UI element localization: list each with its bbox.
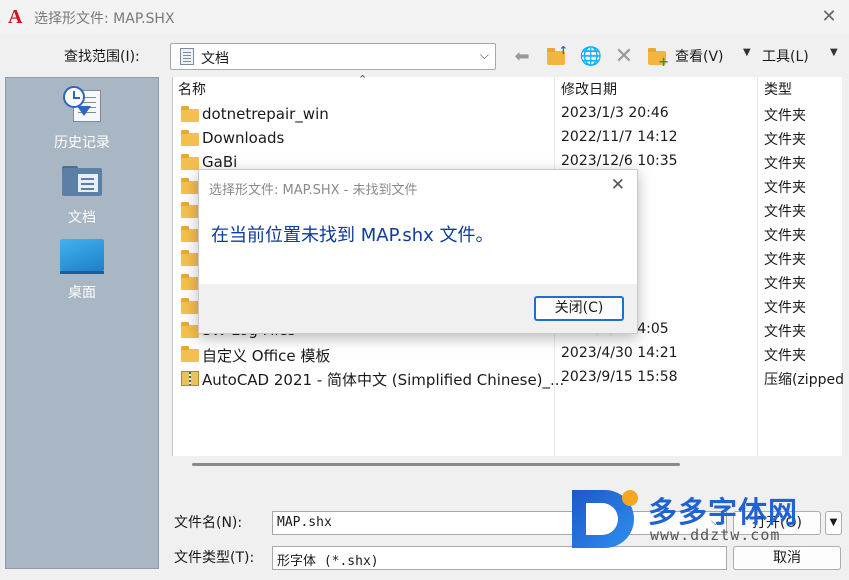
place-label: 桌面 [68, 285, 96, 301]
folder-icon [181, 250, 199, 266]
close-icon[interactable]: ✕ [611, 175, 625, 195]
look-in-value: 文档 [201, 51, 229, 67]
column-header-type[interactable]: 类型 [764, 77, 792, 102]
up-folder-icon[interactable]: ↑ [544, 45, 568, 69]
column-header-date[interactable]: 修改日期 [561, 77, 617, 102]
file-name: AutoCAD 2021 - 简体中文 (Simplified Chinese)… [202, 371, 565, 389]
watermark: 多多字体网 www.ddztw.com [572, 488, 849, 550]
dialog-footer: 关闭(C) [199, 284, 637, 333]
horizontal-scrollbar[interactable] [172, 456, 842, 472]
file-name: 自定义 Office 模板 [202, 347, 331, 365]
filename-label: 文件名(N): [174, 515, 243, 531]
file-type: 文件夹 [764, 252, 806, 268]
title-bar: A 选择形文件: MAP.SHX ✕ [0, 0, 849, 34]
view-caret-icon[interactable]: ▼ [743, 47, 751, 58]
file-date: 2023/9/15 15:58 [561, 369, 678, 385]
dialog-message: 在当前位置未找到 MAP.shx 文件。 [211, 225, 494, 246]
file-type: 文件夹 [764, 132, 806, 148]
file-row[interactable]: AutoCAD 2021 - 简体中文 (Simplified Chinese)… [173, 367, 844, 391]
folder-icon [181, 226, 199, 242]
tools-menu[interactable]: 工具(L) [762, 46, 809, 66]
watermark-url: www.ddztw.com [650, 526, 781, 544]
file-row[interactable]: 自定义 Office 模板 2023/4/30 14:21 文件夹 [173, 343, 843, 367]
folder-icon [181, 106, 199, 122]
file-type: 文件夹 [764, 108, 806, 124]
tools-caret-icon[interactable]: ▼ [830, 47, 838, 58]
file-type: 文件夹 [764, 300, 806, 316]
window-title: 选择形文件: MAP.SHX [34, 11, 175, 27]
look-in-dropdown[interactable]: 文档 ⌵ [170, 43, 496, 70]
zip-file-icon [181, 371, 199, 386]
desktop-icon [60, 239, 104, 274]
file-type: 文件夹 [764, 276, 806, 292]
folder-icon [181, 322, 199, 338]
file-type: 文件夹 [764, 180, 806, 196]
folder-icon [181, 274, 199, 290]
delete-icon[interactable]: ✕ [612, 45, 636, 69]
file-type: 压缩(zipped [764, 372, 844, 388]
close-icon[interactable]: ✕ [817, 5, 841, 29]
file-type: 文件夹 [764, 156, 806, 172]
file-date: 2023/12/6 10:35 [561, 153, 678, 169]
folder-icon [181, 178, 199, 194]
view-menu[interactable]: 查看(V) [675, 46, 724, 66]
places-bar: 历史记录 文档 桌面 [5, 77, 159, 569]
file-name: Downloads [202, 129, 285, 147]
watermark-logo-icon [572, 490, 642, 548]
place-desktop[interactable]: 桌面 [6, 78, 158, 303]
file-row[interactable]: Downloads 2022/11/7 14:12 文件夹 [173, 127, 843, 151]
file-name: dotnetrepair_win [202, 105, 329, 123]
dialog-close-button[interactable]: 关闭(C) [534, 296, 624, 321]
new-folder-icon[interactable]: + [645, 45, 669, 69]
look-in-label: 查找范围(I): [64, 49, 140, 65]
filetype-label: 文件类型(T): [174, 550, 255, 566]
autocad-logo-icon: A [8, 6, 23, 28]
dialog-title: 选择形文件: MAP.SHX - 未找到文件 [209, 183, 418, 198]
folder-icon [181, 154, 199, 170]
watermark-name: 多多字体网 [648, 495, 799, 529]
folder-icon [181, 298, 199, 314]
folder-icon [181, 346, 199, 362]
file-date: 2023/4/30 14:21 [561, 345, 678, 361]
sort-up-icon: ⌃ [358, 73, 368, 86]
file-type: 文件夹 [764, 204, 806, 220]
file-type: 文件夹 [764, 348, 806, 364]
chevron-down-icon: ⌵ [479, 48, 489, 62]
folder-icon [181, 202, 199, 218]
not-found-dialog: 选择形文件: MAP.SHX - 未找到文件 ✕ 在当前位置未找到 MAP.sh… [198, 169, 638, 334]
folder-icon [181, 130, 199, 146]
file-row[interactable]: dotnetrepair_win 2023/1/3 20:46 文件夹 [173, 103, 843, 127]
file-type: 文件夹 [764, 228, 806, 244]
file-date: 2023/1/3 20:46 [561, 105, 669, 121]
documents-folder-icon [180, 48, 194, 65]
file-date: 2022/11/7 14:12 [561, 129, 678, 145]
search-web-icon[interactable]: 🌐 [579, 45, 603, 69]
column-header-name[interactable]: 名称 [178, 77, 206, 102]
file-type: 文件夹 [764, 324, 806, 340]
back-icon[interactable]: ⬅ [510, 45, 534, 69]
scrollbar-thumb[interactable] [192, 463, 680, 466]
